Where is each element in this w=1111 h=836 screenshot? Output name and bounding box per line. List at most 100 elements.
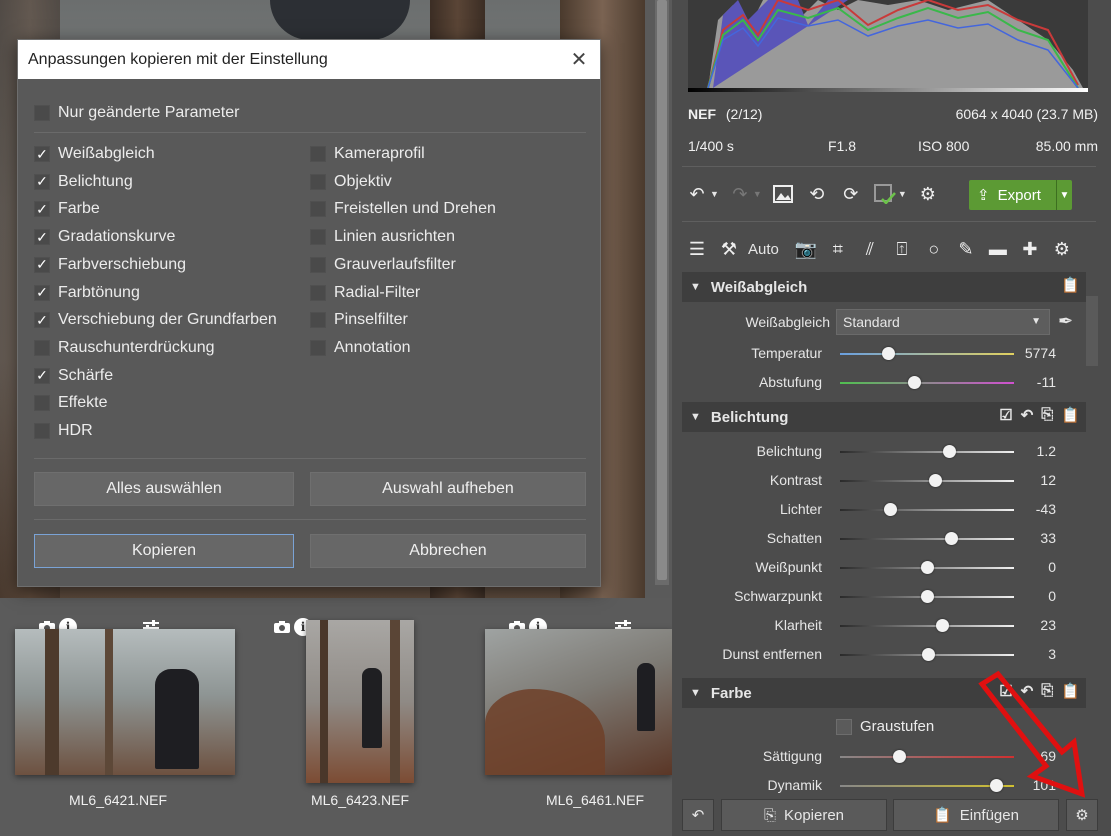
slider-track[interactable]: [840, 480, 1014, 482]
section-exposure[interactable]: ▼ Belichtung ☑ ↶ ⎘ 📋: [682, 402, 1086, 432]
wb-select[interactable]: Standard ▼: [836, 309, 1050, 335]
export-button[interactable]: ⇪ Export ▼: [969, 180, 1072, 210]
slider-handle[interactable]: [922, 648, 936, 661]
slider-value[interactable]: 1.2: [996, 443, 1056, 459]
slider-value[interactable]: 69: [996, 748, 1056, 764]
sliders-icon[interactable]: ☰: [684, 236, 710, 262]
checkbox-checked-icon[interactable]: ✓: [34, 173, 50, 190]
copy-settings-options-button[interactable]: ⚙: [1066, 799, 1098, 831]
thumbnail-image[interactable]: [15, 629, 235, 775]
slider-track[interactable]: [840, 756, 1014, 758]
eyedropper-icon[interactable]: ✒: [1058, 311, 1073, 332]
copy-option-checkbox[interactable]: ✓ Schärfe: [34, 367, 113, 385]
checkbox-checked-icon[interactable]: ✓: [34, 229, 50, 246]
slider-track[interactable]: [840, 451, 1014, 453]
slider-track[interactable]: [840, 509, 1014, 511]
slider-value[interactable]: 101: [996, 777, 1056, 793]
slider-value[interactable]: -11: [996, 374, 1056, 390]
copy-button[interactable]: Kopieren: [34, 534, 294, 568]
copy-option-checkbox[interactable]: Freistellen und Drehen: [310, 200, 496, 218]
slider-schwarzpunkt[interactable]: Schwarzpunkt 0: [682, 584, 1086, 610]
panel-scrollbar[interactable]: [1086, 296, 1098, 366]
checkbox-checked-icon[interactable]: ✓: [34, 146, 50, 162]
checkbox-unchecked-icon[interactable]: [34, 395, 50, 412]
crop-icon[interactable]: ⌗: [825, 236, 851, 262]
bandage-icon[interactable]: ✚: [1017, 236, 1043, 262]
checkbox-unchecked-icon[interactable]: [310, 173, 326, 190]
copy-icon[interactable]: ⎘: [1041, 406, 1053, 424]
slider-value[interactable]: -43: [996, 501, 1056, 517]
eraser-icon[interactable]: ▬: [985, 236, 1011, 262]
slider-handle[interactable]: [920, 590, 934, 603]
undo-button[interactable]: ↶: [682, 799, 714, 831]
checkbox-unchecked-icon[interactable]: [310, 146, 326, 162]
copy-option-checkbox[interactable]: Linien ausrichten: [310, 228, 455, 246]
slider-handle[interactable]: [882, 347, 896, 360]
checkbox-unchecked-icon[interactable]: [310, 284, 326, 301]
copy-option-checkbox[interactable]: ✓ Farbe: [34, 200, 100, 218]
copy-settings-button[interactable]: ⎘ Kopieren: [721, 799, 887, 831]
slider-value[interactable]: 0: [996, 588, 1056, 604]
copy-option-checkbox[interactable]: Kameraprofil: [310, 145, 425, 163]
checkbox-unchecked-icon[interactable]: [310, 339, 326, 356]
lines-icon[interactable]: ⫽: [857, 236, 883, 262]
slider-handle[interactable]: [920, 561, 934, 574]
checkbox-unchecked-icon[interactable]: [310, 229, 326, 246]
close-icon[interactable]: ✕: [568, 47, 590, 71]
auto-label[interactable]: Auto: [748, 241, 779, 258]
slider-abstufung[interactable]: Abstufung -11: [682, 370, 1086, 396]
checkbox-unchecked-icon[interactable]: [310, 201, 326, 218]
reset-icon[interactable]: ↶: [1021, 406, 1034, 424]
camera-tool-icon[interactable]: 📷: [793, 236, 819, 262]
paste-icon[interactable]: 📋: [1061, 276, 1080, 294]
slider-dunst-entfernen[interactable]: Dunst entfernen 3: [682, 642, 1086, 668]
copy-icon[interactable]: ⎘: [1041, 682, 1053, 700]
checkbox-checked-icon[interactable]: ✓: [34, 284, 50, 301]
paste-icon[interactable]: 📋: [1061, 406, 1080, 424]
slider-handle[interactable]: [936, 619, 950, 632]
copy-option-checkbox[interactable]: Annotation: [310, 339, 411, 357]
radial-filter-icon[interactable]: ○: [921, 236, 947, 262]
slider-temperatur[interactable]: Temperatur 5774: [682, 341, 1086, 367]
collapse-icon[interactable]: ▼: [690, 411, 701, 423]
reset-icon[interactable]: ↶: [1021, 682, 1034, 700]
redo-icon[interactable]: ↷: [727, 181, 753, 207]
slider-handle[interactable]: [944, 532, 958, 545]
thumbnail-image[interactable]: [485, 629, 672, 775]
select-all-button[interactable]: Alles auswählen: [34, 472, 294, 506]
copy-option-checkbox[interactable]: Pinselfilter: [310, 311, 408, 329]
chevron-down-icon[interactable]: ▼: [1056, 180, 1072, 210]
slider-track[interactable]: [840, 538, 1014, 540]
slider-track[interactable]: [840, 382, 1014, 384]
slider-dynamik[interactable]: Dynamik 101: [682, 773, 1086, 799]
copy-option-checkbox[interactable]: ✓ Farbverschiebung: [34, 256, 186, 274]
copy-option-checkbox[interactable]: HDR: [34, 422, 93, 440]
slider-value[interactable]: 0: [996, 559, 1056, 575]
grayscale-checkbox[interactable]: Graustufen: [836, 718, 934, 735]
slider-handle[interactable]: [943, 445, 957, 458]
only-changed-checkbox[interactable]: Nur geänderte Parameter: [34, 104, 239, 122]
slider-track[interactable]: [840, 625, 1014, 627]
checkbox-icon[interactable]: ☑: [999, 406, 1012, 424]
gear-icon[interactable]: ⚙: [1049, 236, 1075, 262]
slider-handle[interactable]: [929, 474, 943, 487]
slider-value[interactable]: 23: [996, 617, 1056, 633]
slider-value[interactable]: 33: [996, 530, 1056, 546]
copy-option-checkbox[interactable]: ✓ Farbtönung: [34, 284, 140, 302]
thumbnail-image[interactable]: [306, 620, 414, 783]
slider-value[interactable]: 5774: [996, 345, 1056, 361]
magic-wand-icon[interactable]: ⚒: [716, 236, 742, 262]
slider-kontrast[interactable]: Kontrast 12: [682, 468, 1086, 494]
collapse-icon[interactable]: ▼: [690, 281, 701, 293]
copy-option-checkbox[interactable]: Rauschunterdrückung: [34, 339, 215, 357]
preset-settings-icon[interactable]: ⚙: [915, 181, 941, 207]
checkbox-checked-icon[interactable]: ✓: [34, 201, 50, 218]
checkbox-unchecked-icon[interactable]: [34, 423, 50, 439]
checkbox-icon[interactable]: ☑: [999, 682, 1012, 700]
checkbox-unchecked-icon[interactable]: [310, 256, 326, 273]
copy-option-checkbox[interactable]: ✓ Verschiebung der Grundfarben: [34, 311, 277, 329]
slider-handle[interactable]: [892, 750, 906, 763]
paste-settings-button[interactable]: 📋 Einfügen: [893, 799, 1059, 831]
checkbox-unchecked-icon[interactable]: [34, 339, 50, 356]
paste-icon[interactable]: 📋: [1061, 682, 1080, 700]
